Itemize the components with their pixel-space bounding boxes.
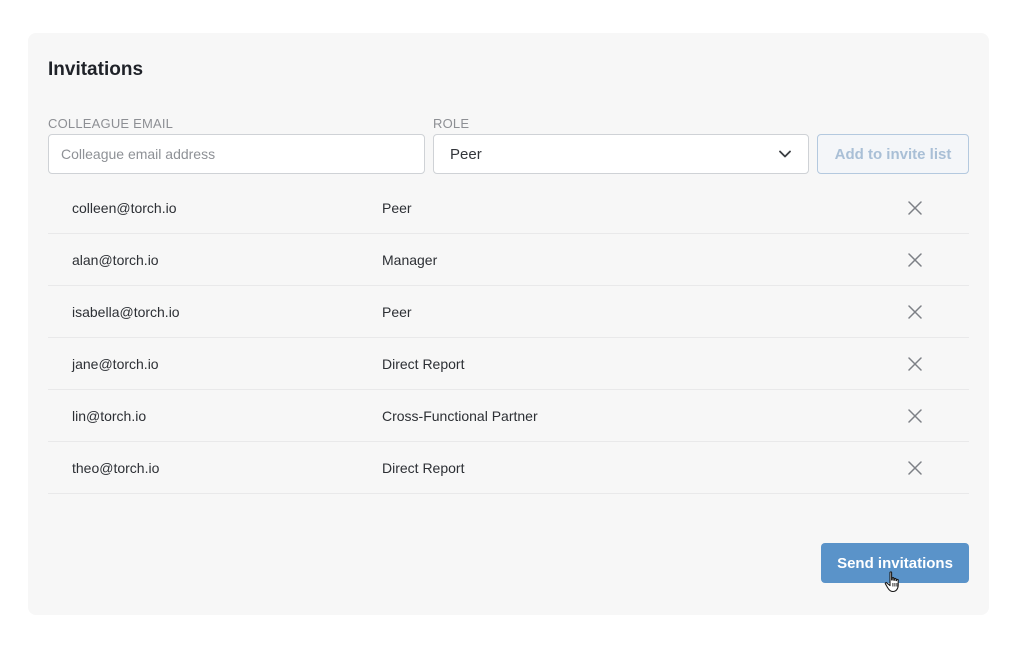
remove-invite-button[interactable]: [902, 247, 928, 273]
invite-email: alan@torch.io: [72, 251, 159, 268]
email-field-label: COLLEAGUE EMAIL: [48, 116, 174, 131]
invitations-panel: Invitations COLLEAGUE EMAIL ROLE Peer Ad…: [28, 33, 989, 615]
invite-email: colleen@torch.io: [72, 199, 177, 216]
remove-invite-button[interactable]: [902, 351, 928, 377]
role-select[interactable]: Peer: [433, 134, 809, 174]
invite-role: Peer: [382, 199, 412, 216]
chevron-down-icon: [778, 147, 792, 161]
invite-email: jane@torch.io: [72, 355, 159, 372]
invite-row: alan@torch.io Manager: [48, 234, 969, 286]
invite-email: isabella@torch.io: [72, 303, 180, 320]
role-select-value: Peer: [450, 145, 482, 163]
close-icon: [908, 200, 922, 215]
close-icon: [908, 408, 922, 423]
invite-row: theo@torch.io Direct Report: [48, 442, 969, 494]
add-to-invite-list-button[interactable]: Add to invite list: [817, 134, 969, 174]
invite-role: Manager: [382, 251, 438, 268]
invite-role: Peer: [382, 303, 412, 320]
invite-row: jane@torch.io Direct Report: [48, 338, 969, 390]
invite-role: Direct Report: [382, 355, 465, 372]
invite-row: colleen@torch.io Peer: [48, 182, 969, 234]
remove-invite-button[interactable]: [902, 455, 928, 481]
remove-invite-button[interactable]: [902, 403, 928, 429]
close-icon: [908, 460, 922, 475]
send-invitations-button[interactable]: Send invitations: [821, 543, 969, 583]
close-icon: [908, 252, 922, 267]
close-icon: [908, 356, 922, 371]
invite-list: colleen@torch.io Peer alan@torch.io Mana…: [48, 182, 969, 494]
invite-row: isabella@torch.io Peer: [48, 286, 969, 338]
invite-email: theo@torch.io: [72, 459, 160, 476]
invite-row: lin@torch.io Cross-Functional Partner: [48, 390, 969, 442]
panel-title: Invitations: [48, 59, 144, 80]
colleague-email-input[interactable]: [48, 134, 425, 174]
remove-invite-button[interactable]: [902, 195, 928, 221]
invite-role: Cross-Functional Partner: [382, 407, 538, 424]
invite-role: Direct Report: [382, 459, 465, 476]
remove-invite-button[interactable]: [902, 299, 928, 325]
invite-email: lin@torch.io: [72, 407, 147, 424]
close-icon: [908, 304, 922, 319]
role-field-label: ROLE: [433, 116, 470, 131]
